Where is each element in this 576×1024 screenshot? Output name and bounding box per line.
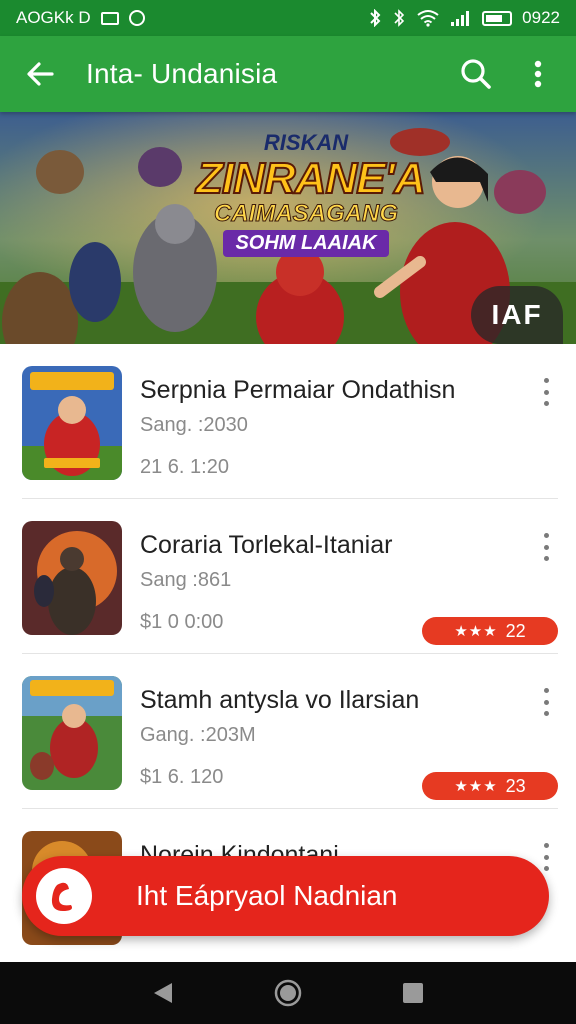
signal-icon	[451, 11, 470, 26]
status-left-text: AOGKk D	[16, 8, 91, 27]
app-bar-actions	[458, 56, 556, 92]
more-dot	[543, 544, 549, 550]
featured-banner[interactable]: RISKAN ZINRANE'A CAIMASAGANG SOHM LAAIAK…	[0, 112, 576, 344]
app-subtitle: Sang. :2030	[140, 414, 248, 436]
more-dot	[543, 854, 549, 860]
list-item[interactable]: Serpnia Permaiar Ondathisn Sang. :2030 2…	[22, 344, 558, 499]
more-options-button[interactable]	[520, 56, 556, 92]
search-icon	[461, 59, 491, 89]
nav-back-button[interactable]	[143, 973, 183, 1013]
more-vertical-icon	[543, 378, 549, 383]
app-price: $1 0 0:00	[140, 611, 224, 633]
rating-value: 22	[505, 620, 526, 641]
page-title: Inta- Undanisia	[86, 58, 278, 89]
more-dot	[543, 699, 549, 705]
rating-badge: ★★★ 23	[422, 772, 558, 800]
more-dot	[543, 556, 549, 561]
app-logo-icon	[36, 868, 92, 924]
install-button-label: Iht Eápryaol Nadnian	[136, 880, 398, 911]
arrow-back-icon	[27, 62, 54, 86]
app-logo-glyph	[51, 882, 72, 911]
banner-line1: RISKAN	[263, 130, 349, 155]
status-time: 0922	[522, 8, 560, 27]
banner-badge[interactable]: IAF	[471, 286, 563, 344]
app-thumbnail	[22, 521, 122, 635]
wifi-icon	[417, 10, 439, 27]
bluetooth-icon-2	[394, 9, 405, 27]
app-bar: Inta- Undanisia	[0, 36, 576, 112]
app-title: Coraria Torlekal-Itaniar	[140, 531, 393, 559]
sync-icon	[128, 10, 145, 26]
app-title: Serpnia Permaiar Ondathisn	[140, 376, 456, 404]
triangle-back-icon	[153, 983, 172, 1003]
banner-title-block: RISKAN ZINRANE'A CAIMASAGANG SOHM LAAIAK	[195, 130, 427, 257]
star-icon: ★★★	[454, 623, 498, 640]
home-circle-icon	[274, 979, 302, 1007]
game-thumbnail-image	[22, 676, 122, 790]
app-subtitle: Gang. :203M	[140, 724, 256, 746]
app-title: Stamh antysla vo Ilarsian	[140, 686, 420, 714]
battery-icon	[482, 10, 513, 26]
notification-icon	[100, 11, 119, 25]
back-button[interactable]	[20, 54, 60, 94]
app-thumbnail	[22, 676, 122, 790]
list-item[interactable]: Stamh antysla vo Ilarsian Gang. :203M $1…	[22, 654, 558, 809]
nav-home-button[interactable]	[268, 973, 308, 1013]
rating-value: 23	[505, 775, 526, 796]
more-vertical-icon	[534, 60, 542, 88]
square-recents-icon	[403, 983, 424, 1003]
star-icon: ★★★	[454, 778, 498, 795]
bluetooth-icon	[370, 9, 381, 27]
more-dot	[543, 389, 549, 395]
app-subtitle: Sang :861	[140, 569, 232, 591]
item-more-button[interactable]	[538, 378, 554, 406]
game-thumbnail-image	[22, 521, 122, 635]
install-button[interactable]: Iht Eápryaol Nadnian	[22, 856, 549, 936]
more-vertical-icon	[543, 843, 549, 848]
banner-line4: SOHM LAAIAK	[223, 230, 389, 257]
banner-line2: ZINRANE'A	[195, 154, 427, 203]
more-vertical-icon	[543, 688, 549, 693]
banner-line3: CAIMASAGANG	[214, 200, 399, 228]
game-thumbnail-image	[22, 366, 122, 480]
status-left: AOGKk D	[16, 8, 145, 28]
more-dot	[543, 711, 549, 716]
screen: AOGKk D 0922 Inta- Undanisia RISKAN ZINR…	[0, 0, 576, 1024]
item-more-button[interactable]	[538, 533, 554, 561]
search-button[interactable]	[458, 56, 494, 92]
more-dot	[543, 401, 549, 406]
status-right: 0922	[368, 8, 560, 28]
nav-recents-button[interactable]	[393, 973, 433, 1013]
rating-badge: ★★★ 22	[422, 617, 558, 645]
app-price: 21 6. 1:20	[140, 456, 229, 478]
app-thumbnail	[22, 366, 122, 480]
app-price: $1 6. 120	[140, 766, 224, 788]
status-bar: AOGKk D 0922	[0, 0, 576, 36]
more-dot	[543, 866, 549, 871]
more-vertical-icon	[543, 533, 549, 538]
system-nav-bar	[0, 962, 576, 1024]
item-more-button[interactable]	[538, 688, 554, 716]
item-more-button[interactable]	[538, 843, 554, 871]
list-item[interactable]: Coraria Torlekal-Itaniar Sang :861 $1 0 …	[22, 499, 558, 654]
